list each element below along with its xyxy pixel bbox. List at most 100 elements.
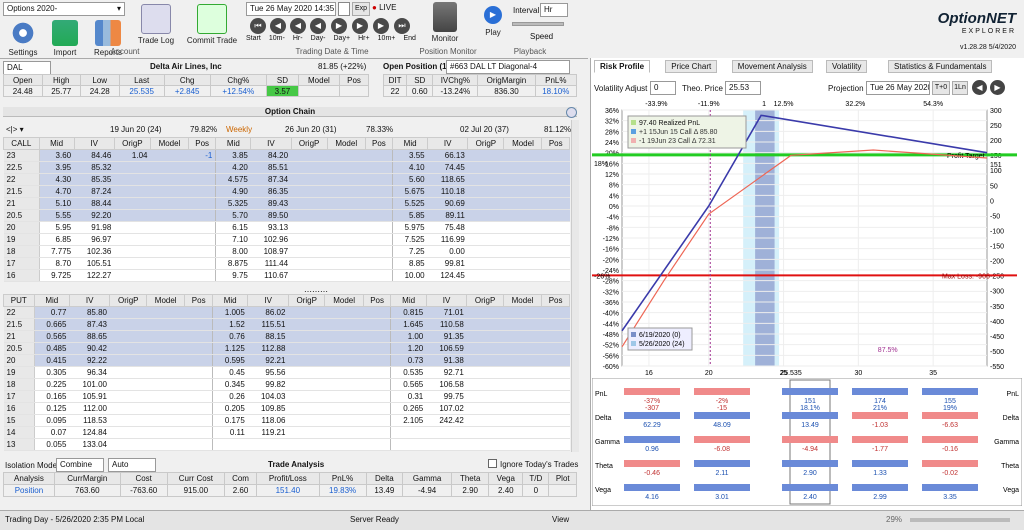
- chain-cell[interactable]: 118.53: [69, 414, 110, 427]
- chain-cell[interactable]: 90.42: [69, 342, 110, 355]
- chain-cell[interactable]: [188, 161, 217, 174]
- chain-cell[interactable]: [365, 185, 394, 198]
- chain-cell[interactable]: 88.15: [247, 330, 289, 343]
- chain-cell[interactable]: 104.03: [247, 390, 289, 403]
- chain-cell[interactable]: [503, 257, 542, 270]
- chain-cell[interactable]: [146, 426, 185, 439]
- chain-cell[interactable]: 87.34: [250, 173, 292, 186]
- chain-cell[interactable]: 90.69: [427, 197, 468, 210]
- chain-cell[interactable]: [150, 221, 189, 234]
- day-plus-icon[interactable]: ▶: [331, 18, 347, 34]
- play-button[interactable]: ▶ Play: [482, 6, 504, 37]
- chain-cell[interactable]: 89.50: [250, 209, 292, 222]
- chain-cell[interactable]: 5.325: [215, 197, 251, 210]
- chain-cell[interactable]: 5.85: [392, 209, 428, 222]
- chain-row[interactable]: 18 0.225 101.00 0.345 99.82 0.565 106.58: [3, 378, 570, 391]
- chain-cell[interactable]: [467, 185, 504, 198]
- chain-cell[interactable]: [541, 342, 570, 355]
- chain-cell[interactable]: [184, 414, 214, 427]
- chain-cell[interactable]: [288, 354, 325, 367]
- chain-cell[interactable]: 0.73: [390, 354, 427, 367]
- t0-button[interactable]: T+0: [932, 81, 950, 95]
- chain-cell[interactable]: 0.11: [212, 426, 248, 439]
- chain-cell[interactable]: 118.65: [427, 173, 468, 186]
- chain-cell[interactable]: 105.51: [74, 257, 115, 270]
- chain-cell[interactable]: [146, 330, 185, 343]
- ln-button[interactable]: 1Ln: [952, 81, 968, 95]
- chain-cell[interactable]: 4.30: [39, 173, 75, 186]
- chain-cell[interactable]: 8.70: [39, 257, 75, 270]
- chain-cell[interactable]: [503, 173, 542, 186]
- chain-row[interactable]: 21.5 0.665 87.43 1.52 115.51 1.645 110.58: [3, 318, 570, 331]
- chain-cell[interactable]: 5.60: [392, 173, 428, 186]
- chain-cell[interactable]: 1.645: [390, 318, 427, 331]
- chain-cell[interactable]: 0.815: [390, 306, 427, 319]
- chain-cell[interactable]: [541, 173, 570, 186]
- chain-cell[interactable]: 1.005: [212, 306, 248, 319]
- chain-cell[interactable]: 5.975: [392, 221, 428, 234]
- chain-cell[interactable]: [146, 438, 185, 451]
- chain-cell[interactable]: 119.21: [247, 426, 289, 439]
- chain-cell[interactable]: 93.13: [250, 221, 292, 234]
- chain-cell[interactable]: 0.00: [427, 245, 468, 258]
- chain-cell[interactable]: 10.00: [392, 269, 428, 282]
- chain-row[interactable]: 20.5 0.485 90.42 1.125 112.88 1.20 106.59: [3, 342, 570, 355]
- chain-cell[interactable]: [114, 245, 151, 258]
- tab-statistics-fundamentals[interactable]: Statistics & Fundamentals: [888, 60, 993, 73]
- chain-cell[interactable]: [363, 414, 392, 427]
- chain-cell[interactable]: 75.48: [427, 221, 468, 234]
- chain-cell[interactable]: 84.20: [250, 149, 292, 162]
- chain-cell[interactable]: 89.11: [427, 209, 468, 222]
- chain-cell[interactable]: [466, 390, 504, 403]
- chain-cell[interactable]: [503, 209, 542, 222]
- chain-cell[interactable]: [212, 438, 248, 451]
- chain-cell[interactable]: [114, 257, 151, 270]
- chain-cell[interactable]: [363, 402, 392, 415]
- chain-cell[interactable]: [503, 426, 542, 439]
- chain-cell[interactable]: [467, 149, 504, 162]
- chain-cell[interactable]: [327, 149, 366, 162]
- chain-cell[interactable]: [541, 161, 570, 174]
- trade-cell[interactable]: [548, 484, 577, 497]
- chain-cell[interactable]: 0.205: [212, 402, 248, 415]
- chain-cell[interactable]: [184, 330, 214, 343]
- chain-cell[interactable]: 8.00: [215, 245, 251, 258]
- projection-input[interactable]: Tue 26 May 2020: [866, 81, 930, 95]
- chain-cell[interactable]: 4.575: [215, 173, 251, 186]
- chain-cell[interactable]: [365, 221, 394, 234]
- chain-cell[interactable]: 0.165: [34, 390, 70, 403]
- chain-cell[interactable]: 96.97: [74, 233, 115, 246]
- chain-cell[interactable]: 7.10: [215, 233, 251, 246]
- chain-cell[interactable]: [503, 245, 542, 258]
- chain-row[interactable]: 20 5.95 91.98 6.15 93.13 5.975 75.48: [3, 221, 570, 234]
- chain-cell[interactable]: [150, 245, 189, 258]
- chain-cell[interactable]: [150, 149, 189, 162]
- chain-cell[interactable]: 115.51: [247, 318, 289, 331]
- chain-cell[interactable]: [466, 402, 504, 415]
- chain-cell[interactable]: 6.15: [215, 221, 251, 234]
- chain-cell[interactable]: 92.71: [426, 366, 467, 379]
- chain-cell[interactable]: [288, 390, 325, 403]
- chain-cell[interactable]: 2.105: [390, 414, 427, 427]
- tab-price-chart[interactable]: Price Chart: [665, 60, 718, 73]
- chain-cell[interactable]: [291, 269, 328, 282]
- chain-cell[interactable]: [503, 149, 542, 162]
- chain-cell[interactable]: 0.095: [34, 414, 70, 427]
- chain-cell[interactable]: [288, 342, 325, 355]
- chain-cell[interactable]: 85.32: [74, 161, 115, 174]
- chain-cell[interactable]: [146, 402, 185, 415]
- chain-cell[interactable]: [466, 354, 504, 367]
- chain-cell[interactable]: [324, 306, 364, 319]
- chain-cell[interactable]: 1.52: [212, 318, 248, 331]
- chain-cell[interactable]: [291, 197, 328, 210]
- chain-cell[interactable]: [467, 173, 504, 186]
- chain-cell[interactable]: 0.595: [212, 354, 248, 367]
- chain-cell[interactable]: [146, 318, 185, 331]
- chain-row[interactable]: 21.5 4.70 87.24 4.90 86.35 5.675 110.18: [3, 185, 570, 198]
- hr-plus-icon[interactable]: ▶: [352, 18, 368, 34]
- day-minus-icon[interactable]: ◀: [310, 18, 326, 34]
- chain-cell[interactable]: 6.85: [39, 233, 75, 246]
- chain-cell[interactable]: [188, 221, 217, 234]
- chain-cell[interactable]: [324, 414, 364, 427]
- chain-cell[interactable]: [324, 366, 364, 379]
